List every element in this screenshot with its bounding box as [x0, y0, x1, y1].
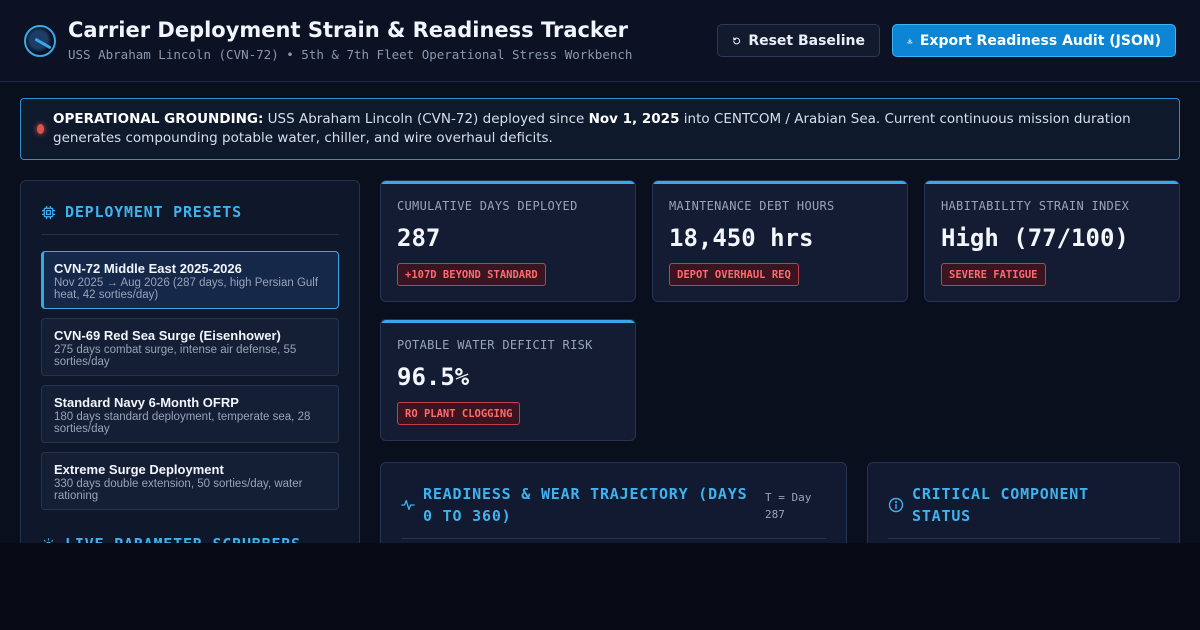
banner-date: Nov 1, 2025	[588, 111, 680, 127]
reset-baseline-label: Reset Baseline	[748, 32, 865, 49]
status-badge: +107D BEYOND STANDARD	[397, 263, 546, 286]
chip-icon	[41, 205, 56, 219]
preset-description: 180 days standard deployment, temperate …	[54, 411, 311, 435]
metric-label: CUMULATIVE DAYS DEPLOYED	[397, 199, 578, 213]
component-status-panel: CRITICAL COMPONENT STATUS	[867, 462, 1180, 543]
metric-value: 18,450 hrs	[669, 224, 814, 252]
preset-cvn72-middle-east[interactable]: CVN-72 Middle East 2025-2026 Nov 2025 → …	[41, 251, 339, 309]
trajectory-divider	[401, 538, 827, 539]
preset-name: CVN-69 Red Sea Surge (Eisenhower)	[54, 328, 281, 343]
banner-label: OPERATIONAL GROUNDING:	[53, 111, 264, 127]
metric-value: 287	[397, 224, 441, 252]
metric-label: POTABLE WATER DEFICIT RISK	[397, 338, 593, 352]
reset-baseline-button[interactable]: Reset Baseline	[717, 24, 880, 57]
component-status-title-label: CRITICAL COMPONENT STATUS	[912, 485, 1089, 525]
component-status-title: CRITICAL COMPONENT STATUS	[888, 483, 1148, 527]
status-badge: DEPOT OVERHAUL REQ	[669, 263, 799, 286]
trajectory-title-label: READINESS & WEAR TRAJECTORY (DAYS 0 TO 3…	[423, 485, 748, 525]
preset-cvn69-red-sea[interactable]: CVN-69 Red Sea Surge (Eisenhower) 275 da…	[41, 318, 339, 376]
status-badge: RO PLANT CLOGGING	[397, 402, 521, 425]
banner-text-part-1: USS Abraham Lincoln (CVN-72) deployed si…	[263, 111, 589, 127]
export-audit-button[interactable]: Export Readiness Audit (JSON)	[892, 24, 1176, 57]
metric-card-water-deficit: POTABLE WATER DEFICIT RISK 96.5% RO PLAN…	[380, 319, 636, 441]
preset-standard-ofrp[interactable]: Standard Navy 6-Month OFRP 180 days stan…	[41, 385, 339, 443]
preset-extreme-surge[interactable]: Extreme Surge Deployment 330 days double…	[41, 452, 339, 510]
app-header: Carrier Deployment Strain & Readiness Tr…	[0, 0, 1200, 82]
preset-name: Extreme Surge Deployment	[54, 462, 224, 477]
metric-label: HABITABILITY STRAIN INDEX	[941, 199, 1130, 213]
preset-description: Nov 2025 → Aug 2026 (287 days, high Pers…	[54, 277, 319, 301]
app-window: Carrier Deployment Strain & Readiness Tr…	[0, 0, 1200, 543]
app-subtitle: USS Abraham Lincoln (CVN-72) • 5th & 7th…	[68, 47, 633, 62]
preset-name: CVN-72 Middle East 2025-2026	[54, 261, 242, 276]
metric-card-habitability-strain: HABITABILITY STRAIN INDEX High (77/100) …	[924, 180, 1180, 302]
operational-grounding-banner: OPERATIONAL GROUNDING: USS Abraham Linco…	[20, 98, 1180, 160]
status-badge: SEVERE FATIGUE	[941, 263, 1046, 286]
scrubbers-section-title: LIVE PARAMETER SCRUBBERS	[41, 535, 301, 543]
presets-title-label: DEPLOYMENT PRESETS	[65, 203, 242, 221]
preset-description: 330 days double extension, 50 sorties/da…	[54, 478, 303, 502]
presets-divider	[41, 234, 339, 235]
reset-icon	[733, 36, 741, 44]
preset-name: Standard Navy 6-Month OFRP	[54, 395, 239, 410]
presets-section-title: DEPLOYMENT PRESETS	[41, 203, 242, 221]
metric-value: High (77/100)	[941, 224, 1129, 252]
metric-card-maintenance-debt: MAINTENANCE DEBT HOURS 18,450 hrs DEPOT …	[652, 180, 908, 302]
activity-icon	[401, 499, 415, 511]
banner-text: OPERATIONAL GROUNDING: USS Abraham Linco…	[53, 110, 1163, 148]
download-icon	[907, 37, 913, 43]
carrier-radar-icon	[24, 25, 56, 57]
metric-value: 96.5%	[397, 363, 470, 391]
trajectory-title: READINESS & WEAR TRAJECTORY (DAYS 0 TO 3…	[401, 483, 751, 527]
status-divider	[888, 538, 1160, 539]
scrubbers-title-label: LIVE PARAMETER SCRUBBERS	[65, 535, 301, 543]
alert-indicator-icon	[37, 124, 44, 134]
day-marker-label: T = Day 287	[765, 491, 812, 521]
app-title: Carrier Deployment Strain & Readiness Tr…	[68, 18, 628, 42]
gear-icon	[43, 537, 54, 543]
metric-card-days-deployed: CUMULATIVE DAYS DEPLOYED 287 +107D BEYON…	[380, 180, 636, 302]
info-icon	[888, 497, 904, 513]
readiness-trajectory-panel: READINESS & WEAR TRAJECTORY (DAYS 0 TO 3…	[380, 462, 847, 543]
deployment-presets-panel: DEPLOYMENT PRESETS CVN-72 Middle East 20…	[20, 180, 360, 543]
metric-label: MAINTENANCE DEBT HOURS	[669, 199, 835, 213]
export-audit-label: Export Readiness Audit (JSON)	[919, 32, 1161, 49]
preset-description: 275 days combat surge, intense air defen…	[54, 344, 297, 368]
